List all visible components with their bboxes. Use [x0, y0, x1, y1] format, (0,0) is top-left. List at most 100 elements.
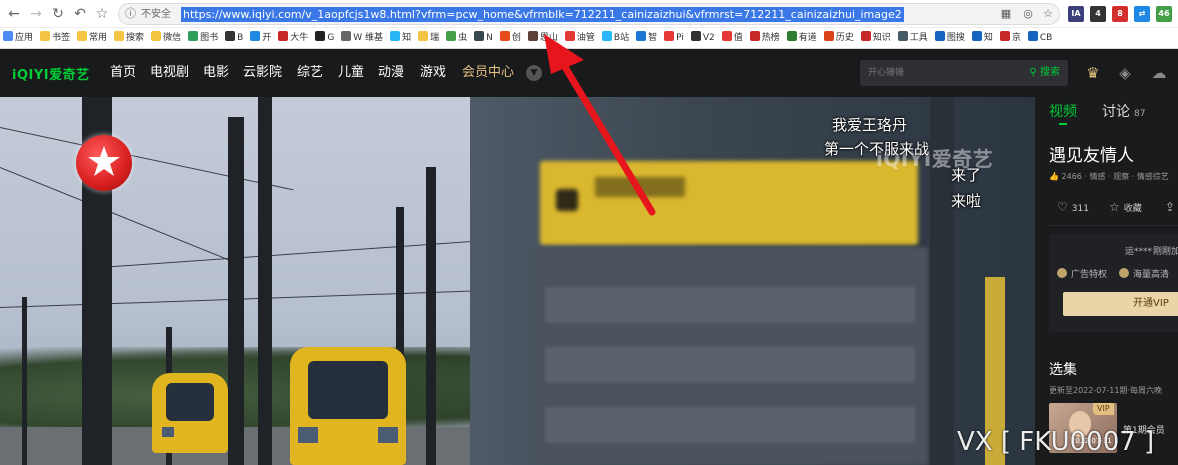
- share-button[interactable]: ⇪: [1165, 197, 1178, 219]
- collect-button[interactable]: ☆ 收藏: [1109, 197, 1142, 219]
- chevron-down-icon[interactable]: ▼: [526, 65, 542, 81]
- bookmark-item[interactable]: 历史: [821, 28, 854, 48]
- bookmark-item[interactable]: 工具: [895, 28, 928, 48]
- vip-user: 运****: [1125, 247, 1153, 257]
- bookmark-icon: [786, 31, 797, 41]
- back-icon[interactable]: ←: [4, 4, 24, 24]
- nav-cinema[interactable]: 云影院: [243, 64, 282, 82]
- bookmark-item[interactable]: 知: [969, 28, 993, 48]
- search-box: ⚲ 搜索: [860, 60, 1068, 86]
- crown-icon[interactable]: ♛: [1082, 63, 1104, 83]
- bookmark-item[interactable]: V2: [688, 28, 715, 48]
- bookmark-item[interactable]: 恩山: [525, 28, 558, 48]
- search-button[interactable]: ⚲ 搜索: [1029, 65, 1060, 81]
- bookmark-item[interactable]: 知: [387, 28, 411, 48]
- bookmark-label: B: [237, 33, 244, 43]
- nav-variety[interactable]: 综艺: [297, 64, 323, 82]
- bookmark-item[interactable]: 热榜: [747, 28, 780, 48]
- bookmark-item[interactable]: 知识: [858, 28, 891, 48]
- nav-tv[interactable]: 电视剧: [150, 64, 189, 82]
- bookmark-icon: [823, 31, 834, 41]
- bookmark-item[interactable]: N: [471, 28, 493, 48]
- nav-kids[interactable]: 儿童: [338, 64, 364, 82]
- bookmark-item[interactable]: W 维基: [338, 28, 383, 48]
- extension-4-icon[interactable]: 4: [1090, 6, 1106, 22]
- bookmark-icon: [474, 31, 485, 41]
- nav-games[interactable]: 游戏: [420, 64, 446, 82]
- bookmark-icon: [390, 31, 401, 41]
- search-icon: ⚲: [1029, 67, 1037, 78]
- bookmark-star-icon[interactable]: ☆: [1041, 7, 1055, 21]
- bookmark-item[interactable]: B: [222, 28, 244, 48]
- vip-perk-hd: 海量高清: [1119, 268, 1169, 281]
- bookmark-item[interactable]: 智: [633, 28, 657, 48]
- bookmark-item[interactable]: 微信: [148, 28, 181, 48]
- bookmark-icon: [278, 31, 289, 41]
- bookmark-icon: [601, 31, 612, 41]
- divider: [1049, 225, 1178, 226]
- extension-46-icon[interactable]: 46: [1156, 6, 1172, 22]
- bookmark-item[interactable]: 图书: [185, 28, 218, 48]
- bookmark-item[interactable]: 图搜: [932, 28, 965, 48]
- reload-icon[interactable]: ↻: [48, 4, 68, 24]
- star-icon[interactable]: ☆: [92, 4, 112, 24]
- bookmark-item[interactable]: B站: [599, 28, 629, 48]
- station-board: [535, 247, 928, 465]
- bookmark-item[interactable]: 京: [997, 28, 1021, 48]
- qr-icon[interactable]: ▦: [999, 7, 1013, 21]
- bookmark-label: 搜索: [126, 33, 145, 43]
- bookmark-item[interactable]: 应用: [0, 28, 33, 48]
- address-bar[interactable]: ⓘ 不安全 https://www.iqiyi.com/v_1aopfcjs1w…: [118, 3, 1060, 25]
- cloud-download-icon[interactable]: ☁: [1148, 63, 1170, 83]
- bookmark-item[interactable]: 搜索: [111, 28, 145, 48]
- bookmark-icon: [114, 31, 125, 41]
- bookmark-item[interactable]: Pi: [661, 28, 684, 48]
- tab-comments[interactable]: 讨论 87: [1102, 103, 1145, 123]
- extension-ia-icon[interactable]: IA: [1068, 6, 1084, 22]
- bookmark-item[interactable]: 书签: [37, 28, 70, 48]
- bookmark-label: 创: [511, 33, 521, 43]
- nav-movie[interactable]: 电影: [203, 64, 229, 82]
- bookmark-label: N: [486, 33, 493, 43]
- open-vip-button[interactable]: 开通VIP: [1063, 292, 1178, 316]
- url-text[interactable]: https://www.iqiyi.com/v_1aopfcjs1w8.html…: [181, 7, 904, 22]
- like-button[interactable]: ♡ 311: [1057, 197, 1089, 219]
- forward-icon[interactable]: →: [26, 4, 46, 24]
- screenshot-icon[interactable]: ◎: [1021, 7, 1035, 21]
- bookmark-item[interactable]: 大牛: [275, 28, 309, 48]
- extension-translate-icon[interactable]: ⇄: [1134, 6, 1150, 22]
- extension-8-icon[interactable]: 8: [1112, 6, 1128, 22]
- pole: [22, 297, 27, 465]
- video-player[interactable]: iQIYI爱奇艺 我爱王珞丹 第一个不服来战 来了 来啦: [0, 97, 1035, 465]
- bookmark-icon: [564, 31, 575, 41]
- bookmark-item[interactable]: G: [312, 28, 334, 48]
- bookmark-icon: [418, 31, 429, 41]
- star-icon: ☆: [1109, 200, 1120, 214]
- like-count: 311: [1071, 204, 1089, 214]
- nav-anime[interactable]: 动漫: [378, 64, 404, 82]
- gamepad-icon[interactable]: ◈: [1114, 63, 1136, 83]
- bookmark-item[interactable]: 值: [719, 28, 743, 48]
- bookmark-item[interactable]: 有道: [784, 28, 817, 48]
- bookmark-item[interactable]: CB: [1025, 28, 1052, 48]
- crown-icon: [1119, 268, 1129, 278]
- search-input[interactable]: [868, 66, 1008, 80]
- tram-far: [152, 373, 228, 453]
- bookmark-item[interactable]: 常用: [74, 28, 107, 48]
- nav-home[interactable]: 首页: [110, 64, 136, 82]
- iqiyi-logo[interactable]: iQIYI爱奇艺: [12, 64, 90, 83]
- bookmark-item[interactable]: 开: [247, 28, 271, 48]
- vip-badge: VIP: [1093, 403, 1114, 415]
- bookmark-item[interactable]: 创: [497, 28, 521, 48]
- bookmark-icon: [664, 31, 675, 41]
- bookmark-icon: [999, 31, 1010, 41]
- tab-video[interactable]: 视频: [1049, 103, 1077, 121]
- bookmark-item[interactable]: 瑞: [415, 28, 439, 48]
- nav-vip-center[interactable]: 会员中心: [462, 64, 514, 82]
- bookmark-item[interactable]: 油管: [562, 28, 595, 48]
- bookmark-label: 虫: [458, 33, 468, 43]
- undo-icon[interactable]: ↶: [70, 4, 90, 24]
- info-icon[interactable]: ⓘ: [125, 7, 136, 21]
- bookmark-item[interactable]: 虫: [443, 28, 468, 48]
- bookmark-label: 大牛: [290, 33, 309, 43]
